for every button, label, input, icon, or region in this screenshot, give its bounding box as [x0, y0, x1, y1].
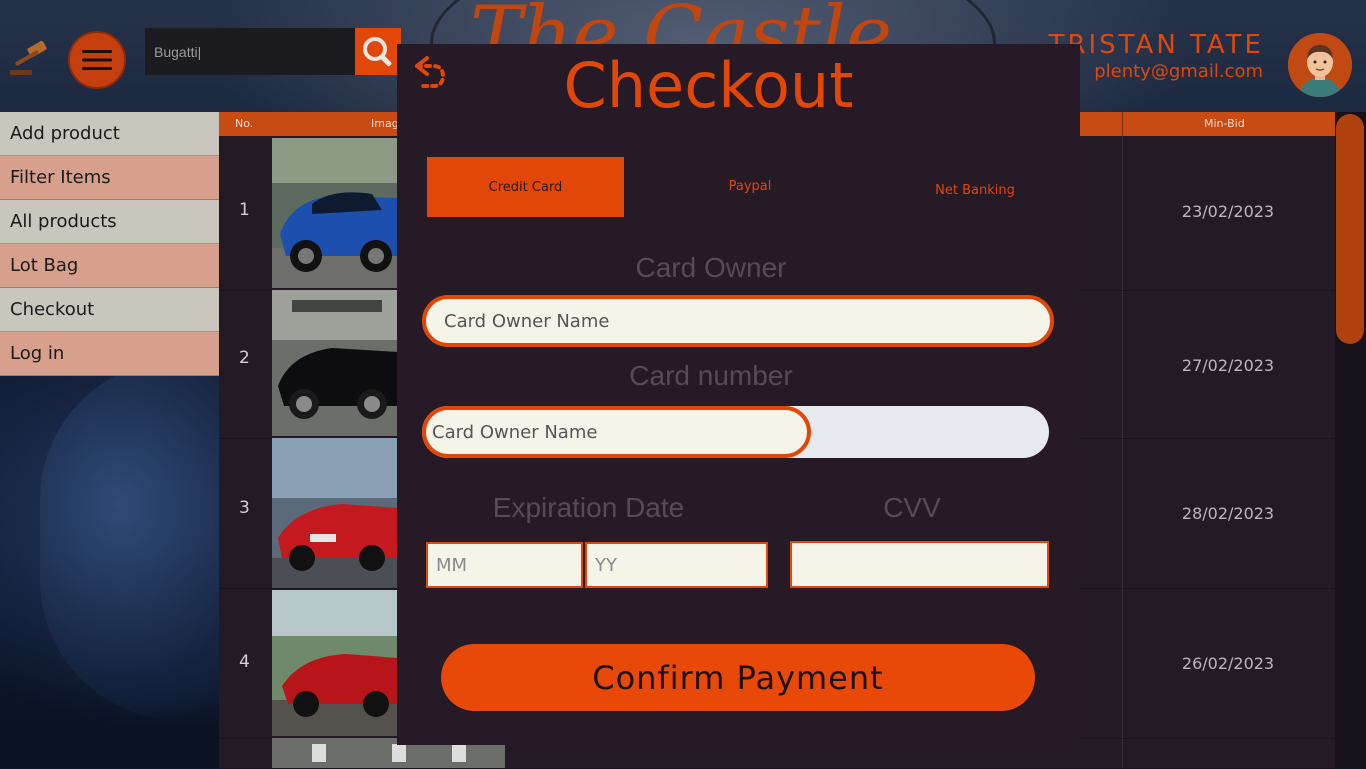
tab-label: Credit Card	[488, 179, 563, 195]
sidebar-item-filter-items[interactable]: Filter Items	[0, 156, 219, 200]
expiration-date-label: Expiration Date	[492, 492, 685, 523]
tab-paypal[interactable]: Paypal	[652, 170, 848, 202]
search-input[interactable]	[145, 28, 355, 75]
cvv-input[interactable]	[790, 541, 1049, 588]
expiry-month-input[interactable]: MM	[426, 542, 583, 588]
row-number: 1	[239, 200, 250, 220]
user-name: TRISTAN TATE	[1048, 30, 1264, 60]
row-number: 4	[239, 652, 250, 672]
scrollbar-thumb[interactable]	[1336, 114, 1364, 344]
card-number-input[interactable]: Card Owner Name	[422, 406, 811, 458]
search-button[interactable]	[355, 28, 401, 75]
expiry-month-placeholder: MM	[436, 554, 468, 576]
product-image	[272, 438, 398, 588]
row-min-bid-date: 27/02/2023	[1181, 356, 1275, 375]
sidebar-item-label: Add product	[10, 123, 120, 144]
confirm-payment-label: Confirm Payment	[592, 658, 884, 697]
product-image	[272, 290, 398, 436]
sidebar-item-label: Log in	[10, 343, 65, 364]
column-header-no: No.	[235, 117, 254, 130]
card-number-label: Card number	[629, 360, 793, 391]
sidebar-item-log-in[interactable]: Log in	[0, 332, 219, 376]
search-icon	[363, 36, 392, 66]
sidebar-item-add-product[interactable]: Add product	[0, 112, 219, 156]
product-image	[272, 138, 398, 288]
column-header-min-bid: Min-Bid	[1204, 117, 1245, 130]
tab-label: Net Banking	[935, 182, 1015, 198]
sidebar-item-lot-bag[interactable]: Lot Bag	[0, 244, 219, 288]
column-divider	[1122, 112, 1123, 136]
avatar[interactable]	[1288, 33, 1352, 97]
modal-title: Checkout	[563, 49, 854, 122]
checkout-modal: Checkout Credit Card Paypal Net Banking …	[397, 44, 1080, 745]
expiry-year-placeholder: YY	[595, 554, 617, 576]
sidebar-item-label: Checkout	[10, 299, 95, 320]
column-header-image: Imag	[371, 117, 399, 130]
menu-button[interactable]	[68, 31, 126, 89]
row-min-bid-date: 23/02/2023	[1181, 202, 1275, 221]
tab-net-banking[interactable]: Net Banking	[877, 174, 1073, 206]
card-owner-placeholder: Card Owner Name	[444, 310, 610, 332]
cvv-label: CVV	[883, 492, 941, 523]
sidebar-item-label: Filter Items	[10, 167, 111, 188]
row-number: 2	[239, 348, 250, 368]
card-owner-input[interactable]: Card Owner Name	[422, 295, 1054, 347]
gavel-logo-icon	[10, 40, 47, 75]
sidebar-item-checkout[interactable]: Checkout	[0, 288, 219, 332]
row-number: 3	[239, 498, 250, 518]
card-number-placeholder: Card Owner Name	[432, 421, 598, 443]
tab-label: Paypal	[728, 178, 772, 194]
product-image	[272, 590, 398, 736]
confirm-payment-button[interactable]: Confirm Payment	[441, 644, 1035, 711]
hamburger-icon	[82, 50, 112, 70]
expiry-year-input[interactable]: YY	[585, 542, 768, 588]
sidebar-item-label: All products	[10, 211, 117, 232]
card-owner-label: Card Owner	[635, 252, 787, 283]
user-email: plenty@gmail.com	[1094, 61, 1263, 82]
row-min-bid-date: 28/02/2023	[1181, 504, 1275, 523]
sidebar-item-label: Lot Bag	[10, 255, 79, 276]
sidebar-item-all-products[interactable]: All products	[0, 200, 219, 244]
sidebar: Add product Filter Items All products Lo…	[0, 112, 219, 376]
row-min-bid-date: 26/02/2023	[1181, 654, 1275, 673]
user-avatar-icon	[1288, 33, 1352, 97]
tab-credit-card[interactable]: Credit Card	[427, 157, 624, 217]
